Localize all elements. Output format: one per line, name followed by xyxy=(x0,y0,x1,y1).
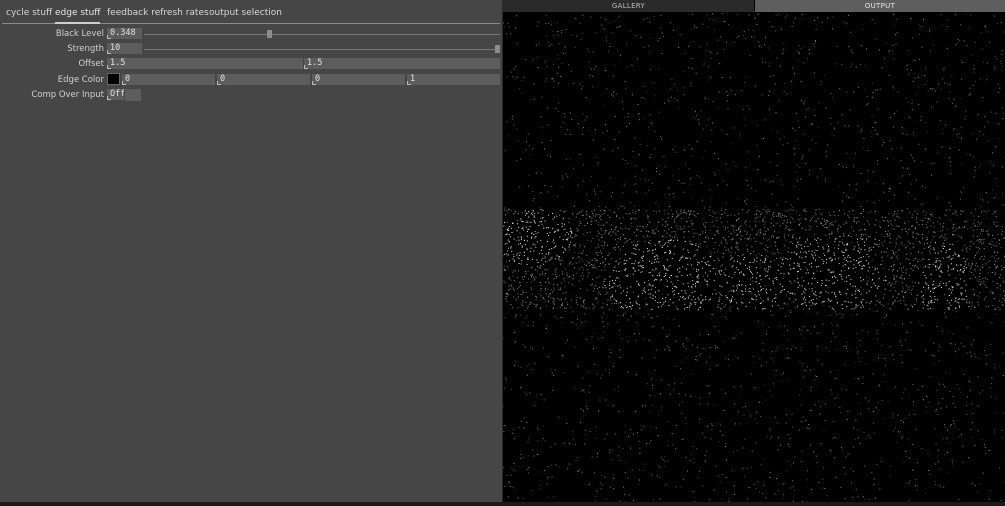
edge-color-r-field[interactable]: 0 xyxy=(122,74,215,85)
comp-over-input-value[interactable]: Off xyxy=(107,89,124,100)
edge-color-label: Edge Color xyxy=(57,75,104,85)
offset-y-field[interactable]: 1.5 xyxy=(304,58,500,69)
black-level-field[interactable]: 0.348 xyxy=(107,28,142,39)
edge-color-a-field[interactable]: 1 xyxy=(407,74,500,85)
offset-x-field[interactable]: 1.5 xyxy=(107,58,303,69)
black-level-label: Black Level xyxy=(55,29,104,39)
tab-cycle-stuff[interactable]: cycle stuff xyxy=(6,8,52,22)
strength-field[interactable]: 10 xyxy=(107,43,142,54)
tab-gallery[interactable]: GALLERY xyxy=(503,0,754,12)
strength-label: Strength xyxy=(67,44,104,54)
offset-label: Offset xyxy=(78,59,104,69)
tab-output[interactable]: OUTPUT xyxy=(755,0,1005,12)
tab-feedback-refresh-rates[interactable]: feedback refresh rates xyxy=(107,8,209,22)
comp-over-input-label: Comp Over Input xyxy=(31,90,104,100)
strength-slider-handle[interactable] xyxy=(495,45,500,53)
black-level-slider-handle[interactable] xyxy=(267,30,272,38)
edge-color-g-field[interactable]: 0 xyxy=(217,74,310,85)
black-level-slider-track[interactable] xyxy=(144,34,500,35)
edge-color-b-field[interactable]: 0 xyxy=(312,74,405,85)
bottom-status-bar xyxy=(0,502,1005,506)
comp-over-input-toggle[interactable] xyxy=(125,89,141,101)
tab-output-selection[interactable]: output selection xyxy=(209,8,282,22)
edge-color-swatch[interactable] xyxy=(107,73,120,85)
viewer-panel: GALLERY OUTPUT xyxy=(503,0,1005,506)
strength-slider-track[interactable] xyxy=(144,49,500,50)
parameter-panel: cycle stuff edge stuff feedback refresh … xyxy=(0,0,503,506)
output-viewer[interactable] xyxy=(503,13,1005,506)
tab-edge-stuff[interactable]: edge stuff xyxy=(55,8,101,24)
parameter-tabs: cycle stuff edge stuff feedback refresh … xyxy=(2,6,500,24)
